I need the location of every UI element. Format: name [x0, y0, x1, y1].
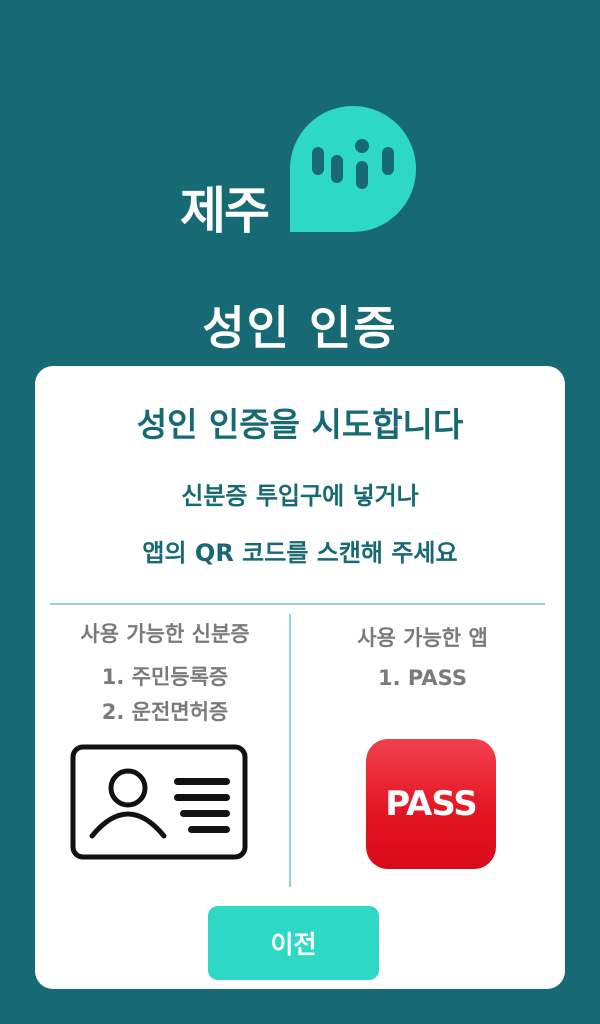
speech-bubble-logo-icon [290, 106, 416, 232]
id-item-resident-card: 1. 주민등록증 [101, 665, 229, 689]
logo-text: 제주 [180, 182, 270, 240]
vertical-divider [289, 614, 291, 887]
jeju-logo: 제주 [180, 103, 420, 240]
pass-icon-label: PASS [385, 784, 478, 824]
verification-card: 성인 인증을 시도합니다 신분증 투입구에 넣거나 앱의 QR 코드를 스캔해 … [35, 366, 565, 989]
instruction-line-1: 신분증 투입구에 넣거나 [181, 482, 419, 510]
id-item-driver-license: 2. 운전면허증 [101, 700, 229, 724]
id-card-icon [70, 744, 248, 860]
app-item-pass: 1. PASS [378, 666, 467, 690]
page-title: 성인 인증 [202, 301, 398, 355]
pass-app-icon: PASS [366, 739, 496, 869]
card-heading: 성인 인증을 시도합니다 [136, 405, 464, 444]
id-section-heading: 사용 가능한 신분증 [80, 622, 250, 646]
app-section-heading: 사용 가능한 앱 [357, 626, 488, 650]
horizontal-divider [50, 603, 545, 605]
back-button[interactable]: 이전 [208, 906, 379, 980]
instruction-line-2: 앱의 QR 코드를 스캔해 주세요 [142, 539, 458, 567]
